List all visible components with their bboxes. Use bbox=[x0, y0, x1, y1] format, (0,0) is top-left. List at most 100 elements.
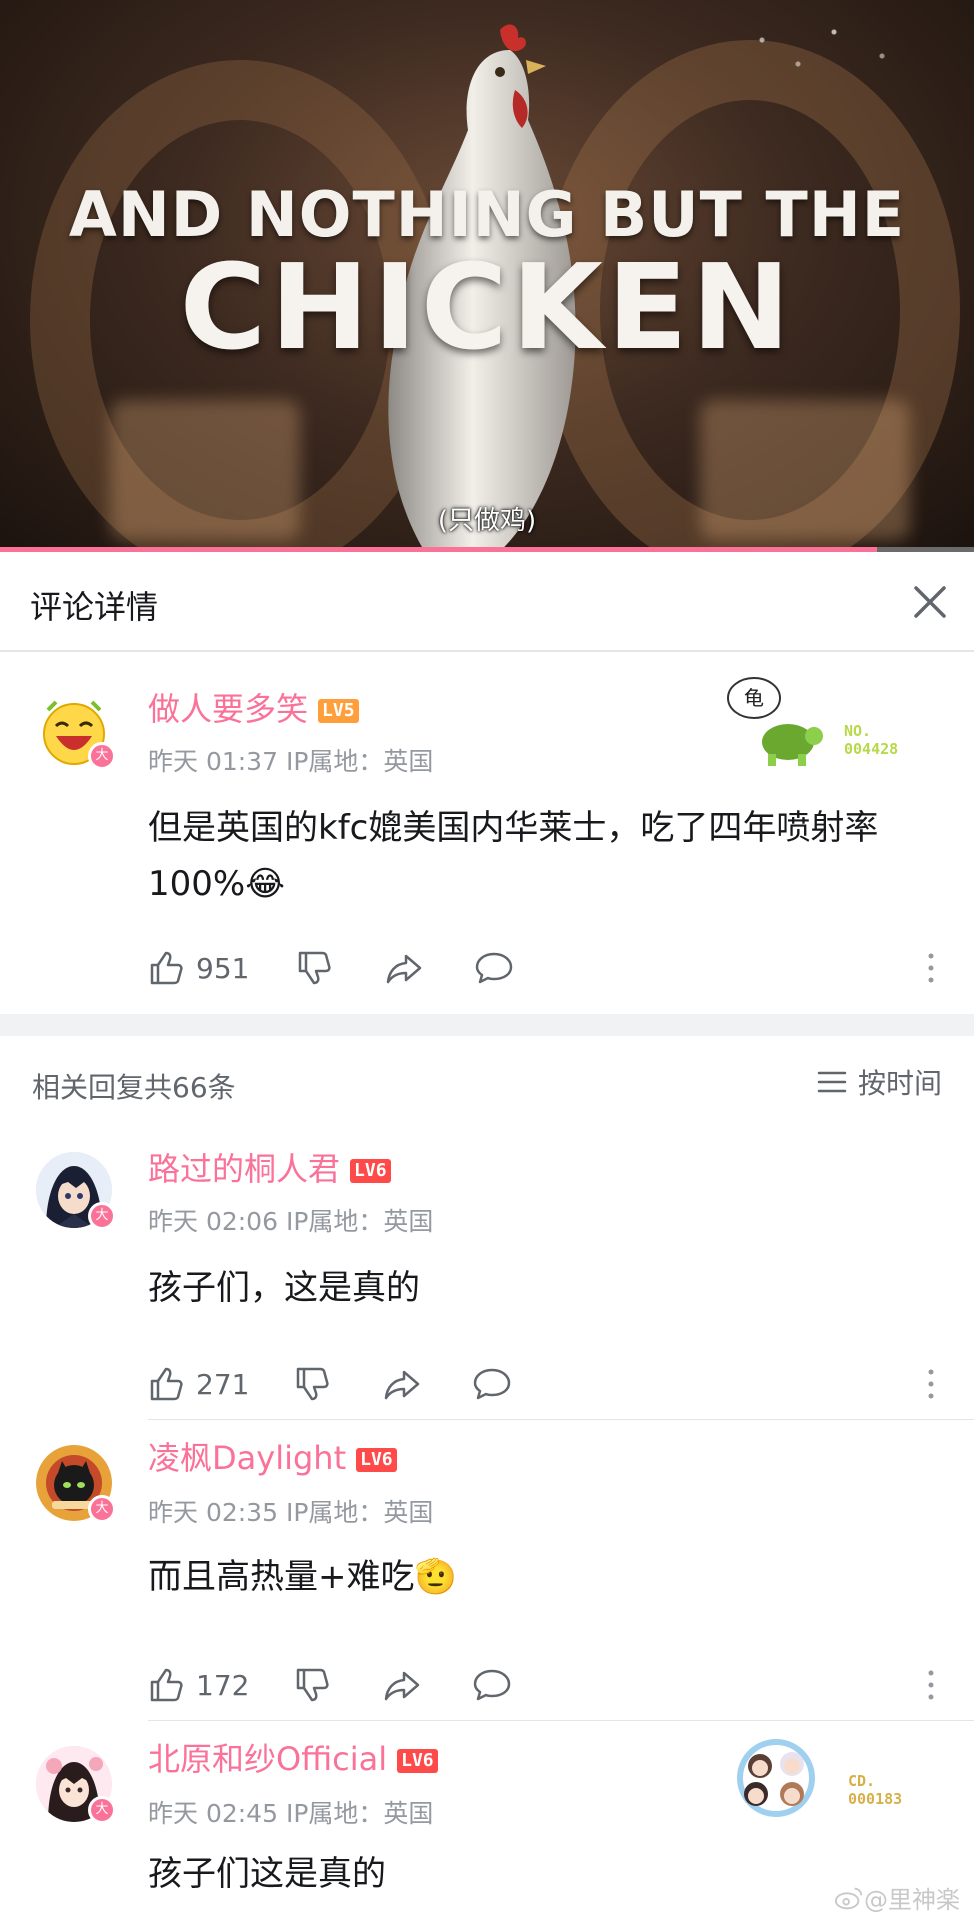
reply-button[interactable] bbox=[474, 946, 514, 990]
replies-bar: 相关回复共66条 按时间 bbox=[0, 1040, 974, 1130]
fan-badge-number: 004428 bbox=[844, 740, 899, 758]
video-player[interactable]: AND NOTHING BUT THE CHICKEN (只做鸡) bbox=[0, 0, 974, 552]
comment-actions: 951 bbox=[146, 946, 946, 990]
weibo-watermark: @里神楽 bbox=[834, 1880, 960, 1915]
comment-time: 昨天 02:06 bbox=[148, 1207, 278, 1236]
thumbs-down-icon bbox=[298, 951, 331, 985]
speech-bubble-icon bbox=[473, 1669, 511, 1701]
comment-text: 孩子们这是真的 bbox=[148, 1854, 386, 1894]
level-badge: LV5 bbox=[318, 699, 359, 723]
more-options-icon[interactable] bbox=[916, 946, 946, 990]
video-headline-line2: CHICKEN bbox=[179, 238, 795, 376]
username-text[interactable]: 路过的桐人君 bbox=[148, 1150, 340, 1188]
comment-text: 但是英国的kfc媲美国内华莱士，吃了四年喷射率100%😂 bbox=[148, 808, 879, 904]
comment-detail-header: 评论详情 bbox=[0, 552, 974, 652]
reply-item: 大 北原和纱Official LV6 昨天 02:45 IP属地：英国 CD. 0… bbox=[0, 1722, 974, 1920]
dislike-button[interactable] bbox=[292, 1362, 332, 1406]
comment-time: 昨天 02:35 bbox=[148, 1498, 278, 1527]
share-icon bbox=[386, 954, 422, 984]
reply-button[interactable] bbox=[472, 1362, 512, 1406]
more-options-icon[interactable] bbox=[916, 1362, 946, 1406]
comment-text: 孩子们，这是真的 bbox=[148, 1268, 420, 1308]
comment-meta: 昨天 02:35 IP属地：英国 bbox=[148, 1493, 433, 1529]
level-badge: LV6 bbox=[350, 1159, 391, 1183]
comment-meta: 昨天 02:45 IP属地：英国 bbox=[148, 1794, 433, 1830]
thumbs-down-icon bbox=[296, 1367, 329, 1401]
share-icon bbox=[384, 1370, 420, 1400]
weibo-logo-icon bbox=[834, 1887, 863, 1909]
username-text[interactable]: 北原和纱Official bbox=[148, 1740, 387, 1778]
comment-meta: 昨天 01:37 IP属地：英国 bbox=[148, 742, 433, 778]
dislike-button[interactable] bbox=[292, 1663, 332, 1707]
row-divider bbox=[148, 1720, 974, 1721]
level-badge: LV6 bbox=[356, 1448, 397, 1472]
comment-time: 昨天 01:37 bbox=[148, 747, 278, 776]
turtle-icon: 龟 bbox=[727, 677, 823, 766]
vip-badge: 大 bbox=[88, 1495, 116, 1523]
sparkle-effect bbox=[690, 8, 930, 88]
speech-bubble-icon bbox=[473, 1368, 511, 1400]
like-count: 271 bbox=[196, 1367, 250, 1401]
reply-item: 大 凌枫Daylight LV6 昨天 02:35 IP属地：英国 而且高热量+难… bbox=[0, 1421, 974, 1721]
fan-badge-label: NO. bbox=[844, 722, 872, 740]
level-badge: LV6 bbox=[397, 1749, 438, 1773]
fan-badge[interactable]: 龟 NO. 004428 bbox=[720, 672, 920, 772]
share-button[interactable] bbox=[384, 946, 424, 990]
reply-item: 大 路过的桐人君 LV6 昨天 02:06 IP属地：英国 孩子们，这是真的 27… bbox=[0, 1130, 974, 1420]
comment-meta: 昨天 02:06 IP属地：英国 bbox=[148, 1202, 433, 1238]
ip-location: IP属地：英国 bbox=[285, 1207, 434, 1236]
replies-count: 相关回复共66条 bbox=[32, 1071, 236, 1104]
vip-badge: 大 bbox=[88, 1202, 116, 1230]
comment-actions: 271 bbox=[146, 1362, 946, 1406]
fan-badge[interactable]: CD. 000183 bbox=[726, 1728, 936, 1828]
sort-by-time-button[interactable]: 按时间 bbox=[816, 1064, 942, 1100]
like-button[interactable]: 271 bbox=[146, 1362, 249, 1406]
video-subtitle: (只做鸡) bbox=[437, 506, 537, 536]
like-button[interactable]: 951 bbox=[146, 946, 249, 990]
page-title: 评论详情 bbox=[30, 588, 159, 626]
avatar[interactable]: 大 bbox=[36, 1746, 116, 1824]
like-count: 951 bbox=[196, 951, 250, 985]
username-text[interactable]: 凌枫Daylight bbox=[148, 1439, 346, 1477]
fan-badge-number: 000183 bbox=[848, 1790, 903, 1808]
comment-actions: 172 bbox=[146, 1663, 946, 1707]
fan-badge-label: CD. bbox=[848, 1772, 876, 1790]
watermark-text: @里神楽 bbox=[864, 1886, 960, 1914]
ip-location: IP属地：英国 bbox=[285, 1799, 434, 1828]
avatar[interactable]: 大 bbox=[36, 1445, 116, 1523]
ip-location: IP属地：英国 bbox=[285, 1498, 434, 1527]
comment-time: 昨天 02:45 bbox=[148, 1799, 278, 1828]
username-text[interactable]: 做人要多笑 bbox=[148, 690, 308, 728]
reply-button[interactable] bbox=[472, 1663, 512, 1707]
username[interactable]: 凌枫Daylight LV6 bbox=[148, 1433, 397, 1479]
comment-text: 而且高热量+难吃🫡 bbox=[148, 1557, 457, 1597]
ip-location: IP属地：英国 bbox=[285, 747, 434, 776]
username[interactable]: 做人要多笑 LV5 bbox=[148, 684, 359, 730]
more-options-icon[interactable] bbox=[916, 1663, 946, 1707]
thumbs-up-icon bbox=[150, 1668, 183, 1702]
close-icon[interactable] bbox=[906, 578, 954, 626]
like-count: 172 bbox=[196, 1668, 250, 1702]
username[interactable]: 路过的桐人君 LV6 bbox=[148, 1144, 391, 1190]
sort-lines-icon bbox=[817, 1071, 847, 1093]
vip-badge: 大 bbox=[88, 1796, 116, 1824]
main-comment: 大 做人要多笑 LV5 昨天 01:37 IP属地：英国 龟 NO. 004428… bbox=[0, 654, 974, 1014]
character-group-icon bbox=[737, 1739, 815, 1817]
sort-label: 按时间 bbox=[857, 1067, 942, 1100]
avatar[interactable]: 大 bbox=[36, 1152, 116, 1230]
thumbs-up-icon bbox=[150, 1367, 183, 1401]
share-button[interactable] bbox=[382, 1663, 422, 1707]
username[interactable]: 北原和纱Official LV6 bbox=[148, 1734, 438, 1780]
share-icon bbox=[384, 1671, 420, 1701]
section-divider bbox=[0, 1014, 974, 1036]
avatar[interactable]: 大 bbox=[36, 692, 116, 770]
thumbs-up-icon bbox=[150, 951, 183, 985]
dislike-button[interactable] bbox=[294, 946, 334, 990]
fan-badge-char: 龟 bbox=[744, 686, 764, 710]
speech-bubble-icon bbox=[475, 952, 513, 984]
row-divider bbox=[148, 1419, 974, 1420]
like-button[interactable]: 172 bbox=[146, 1663, 249, 1707]
vip-badge: 大 bbox=[88, 742, 116, 770]
share-button[interactable] bbox=[382, 1362, 422, 1406]
thumbs-down-icon bbox=[296, 1668, 329, 1702]
